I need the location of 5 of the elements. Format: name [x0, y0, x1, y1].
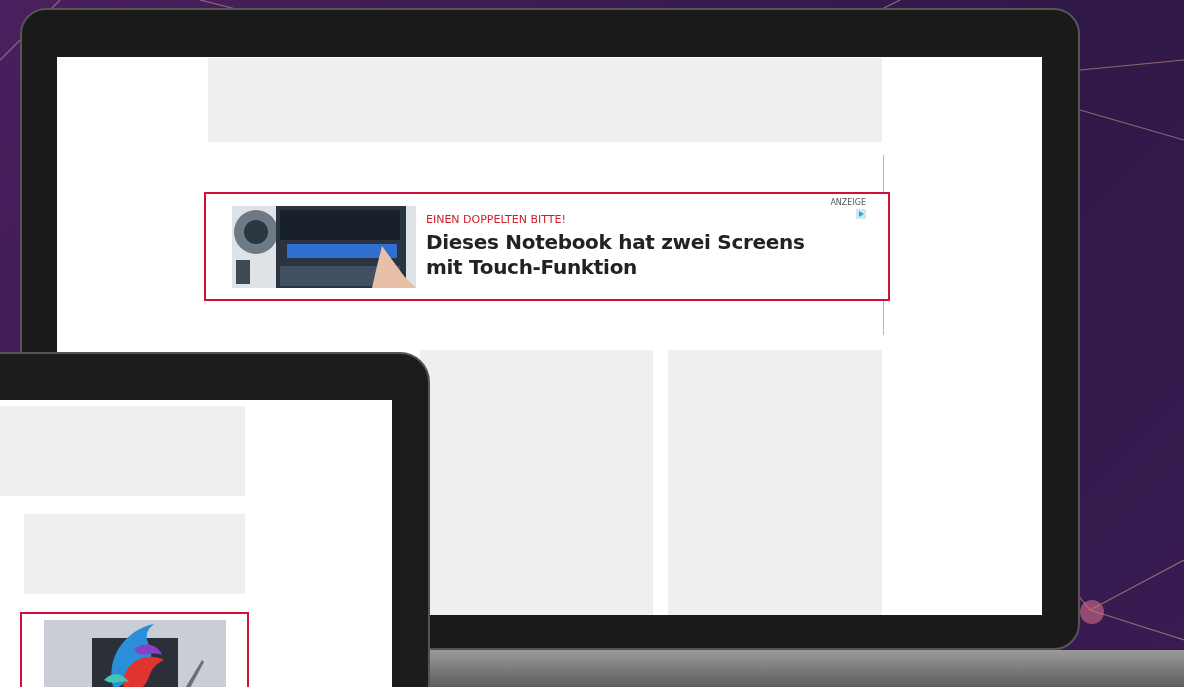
- ad-headline: Dieses Notebook hat zwei Screens: [426, 230, 806, 255]
- ad-kicker: EINEN DOPPELTEN BITTE!: [426, 213, 567, 226]
- ad-headline: mit Touch-Funktion: [426, 255, 639, 280]
- ad-label: ANZEIGE: [830, 198, 866, 207]
- ad-banner[interactable]: EINEN DOPPELTEN BITTE! Dieses Notebook hat zwei Screens mit Touch-Funktion ANZEIGE: [204, 192, 890, 301]
